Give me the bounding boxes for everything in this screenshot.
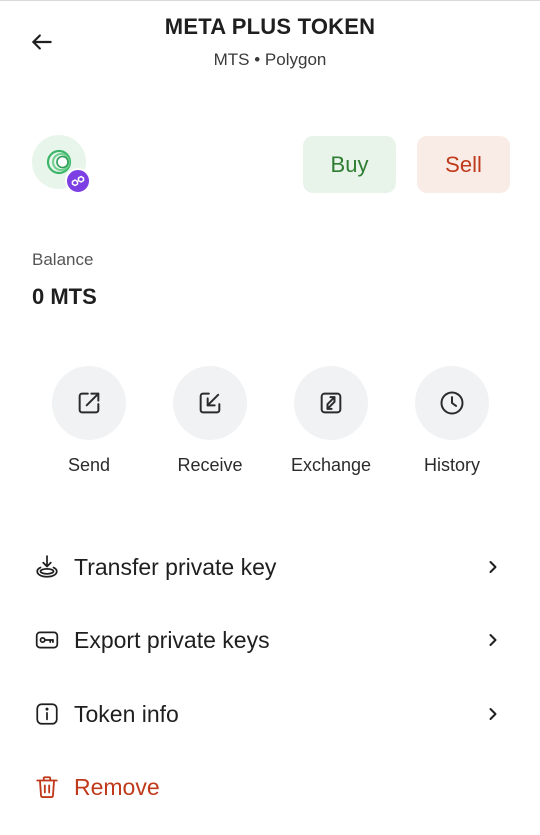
- buy-button[interactable]: Buy: [303, 136, 396, 193]
- key-icon: [33, 626, 61, 654]
- transfer-private-key-row[interactable]: Transfer private key: [0, 539, 540, 595]
- token-info-label: Token info: [74, 700, 179, 727]
- info-icon: [33, 700, 61, 728]
- balance-value: 0 MTS: [32, 284, 97, 309]
- send-action-circle[interactable]: [52, 366, 126, 440]
- exchange-icon: [320, 392, 342, 414]
- token-info-row[interactable]: Token info: [0, 686, 540, 742]
- balance-label: Balance: [32, 250, 94, 269]
- polygon-icon: [71, 175, 85, 187]
- arrow-left-icon: [32, 34, 52, 50]
- transfer-private-key-label: Transfer private key: [74, 553, 277, 580]
- top-divider: [0, 0, 540, 1]
- send-icon: [78, 392, 100, 414]
- page-title: META PLUS TOKEN: [164, 14, 376, 39]
- receive-label: Receive: [177, 455, 243, 475]
- download-tray-icon: [33, 553, 61, 581]
- trash-icon: [33, 773, 61, 801]
- clock-icon: [440, 391, 464, 415]
- chain-badge: [65, 168, 91, 194]
- chevron-right-icon: [484, 631, 502, 649]
- send-action[interactable]: Send: [34, 366, 144, 476]
- remove-label: Remove: [74, 773, 160, 800]
- exchange-action-circle[interactable]: [294, 366, 368, 440]
- export-private-keys-label: Export private keys: [74, 626, 270, 653]
- send-label: Send: [67, 455, 111, 475]
- remove-row[interactable]: Remove: [0, 759, 540, 815]
- header: META PLUS TOKEN MTS • Polygon: [80, 14, 460, 70]
- exchange-label: Exchange: [290, 455, 372, 475]
- chevron-right-icon: [484, 705, 502, 723]
- history-action[interactable]: History: [397, 366, 507, 476]
- history-action-circle[interactable]: [415, 366, 489, 440]
- history-label: History: [423, 455, 480, 475]
- receive-action-circle[interactable]: [173, 366, 247, 440]
- page-subtitle: MTS • Polygon: [213, 50, 327, 69]
- exchange-action[interactable]: Exchange: [276, 366, 386, 476]
- export-private-keys-row[interactable]: Export private keys: [0, 612, 540, 668]
- receive-icon: [199, 392, 221, 414]
- sell-button[interactable]: Sell: [417, 136, 510, 193]
- chevron-right-icon: [484, 558, 502, 576]
- receive-action[interactable]: Receive: [155, 366, 265, 476]
- back-button[interactable]: [24, 24, 60, 60]
